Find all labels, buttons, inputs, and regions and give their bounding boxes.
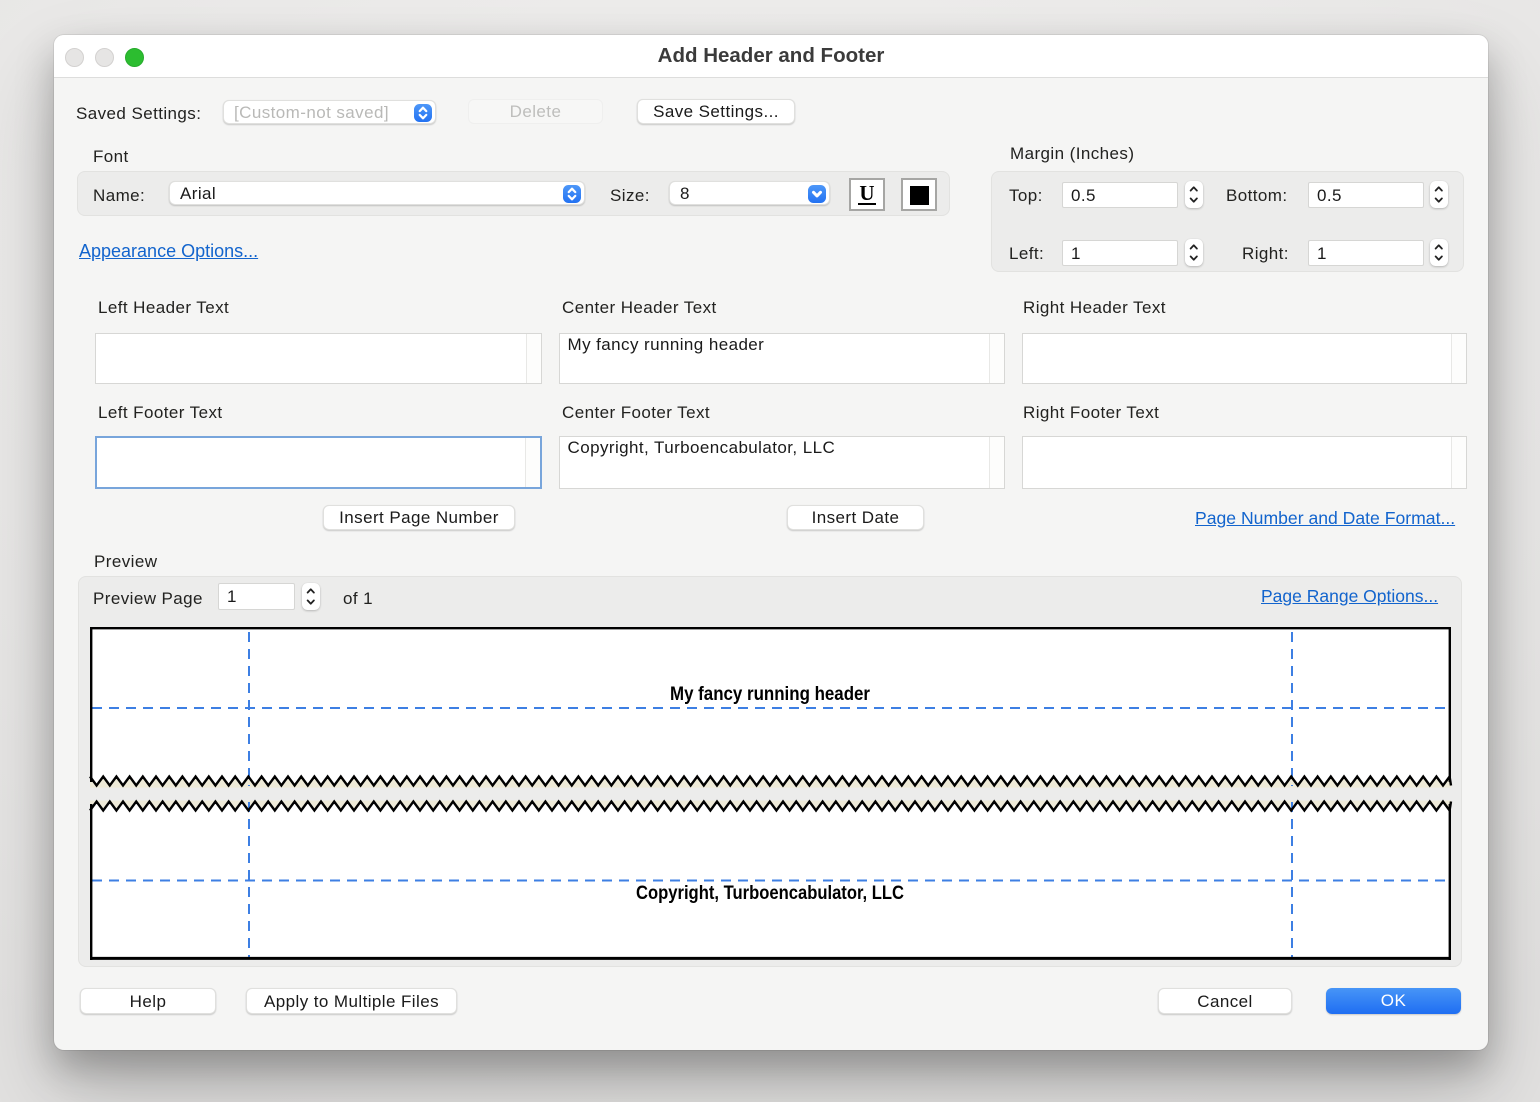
- svg-text:My fancy running header: My fancy running header: [670, 684, 871, 705]
- svg-text:Copyright, Turboencabulator, L: Copyright, Turboencabulator, LLC: [636, 883, 904, 904]
